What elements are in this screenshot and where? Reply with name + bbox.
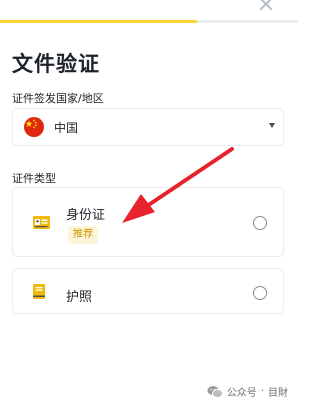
watermark-channel: 公众号 xyxy=(226,388,257,399)
progress-bar xyxy=(0,20,298,23)
country-select[interactable]: 中国 xyxy=(12,108,284,146)
watermark: 公众号 · 目財 xyxy=(207,384,288,399)
passport-option[interactable]: 护照 xyxy=(12,268,284,314)
close-icon xyxy=(260,0,272,10)
wechat-icon xyxy=(207,385,223,399)
id-card-option[interactable]: 身份证 推荐 xyxy=(12,187,284,257)
watermark-separator: · xyxy=(260,386,264,397)
document-verification-page: 文件验证 证件签发国家/地区 中国 证件类型 身份证 推荐 护照 公众号 · 目… xyxy=(0,0,298,409)
watermark-name: 目財 xyxy=(268,388,288,399)
passport-icon xyxy=(33,284,45,303)
country-label: 证件签发国家/地区 xyxy=(12,92,104,105)
recommended-badge: 推荐 xyxy=(68,226,98,244)
id-card-radio[interactable] xyxy=(253,216,267,230)
country-value: 中国 xyxy=(54,120,79,135)
id-card-title: 身份证 xyxy=(66,208,106,223)
document-type-label: 证件类型 xyxy=(12,172,56,185)
passport-radio[interactable] xyxy=(253,286,267,300)
chevron-down-icon xyxy=(269,123,275,128)
page-title: 文件验证 xyxy=(12,52,100,76)
passport-title: 护照 xyxy=(66,290,93,305)
progress-bar-fill xyxy=(0,20,197,23)
china-flag-icon xyxy=(24,117,44,137)
id-card-icon xyxy=(33,214,50,233)
close-button[interactable] xyxy=(256,0,276,14)
